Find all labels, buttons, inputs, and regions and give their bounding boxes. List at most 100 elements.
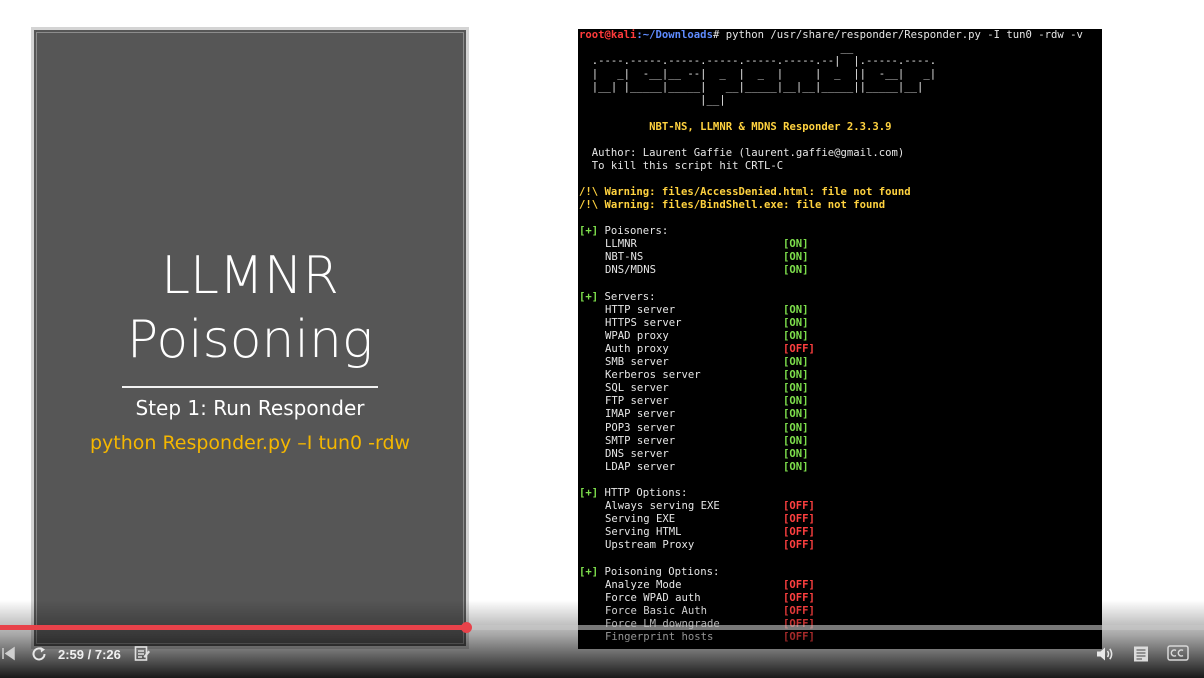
option-name: DNS/MDNS (605, 264, 657, 277)
banner-title: NBT-NS, LLMNR & MDNS Responder 2.3.3.9 (579, 121, 892, 133)
slide-divider (122, 386, 378, 388)
option-status: [ON] (783, 238, 809, 251)
previous-button[interactable] (0, 645, 17, 662)
slide-step: Step 1: Run Responder (135, 396, 365, 420)
volume-icon (1097, 647, 1113, 661)
time-display: 2:59 / 7:26 (58, 647, 121, 662)
option-name: Kerberos server (605, 369, 701, 382)
option-row: Analyze Mode [OFF] (579, 579, 979, 592)
option-name: LLMNR (605, 238, 637, 251)
transcript-icon (1134, 646, 1148, 662)
warning-line: /!\ Warning: files/BindShell.exe: file n… (579, 199, 886, 211)
section-title: HTTP Options: (598, 487, 688, 499)
option-status: [ON] (783, 434, 809, 447)
option-name: Analyze Mode (605, 578, 682, 591)
section-header: [+] Poisoners: (579, 225, 668, 238)
section-marker: [+] (579, 565, 599, 578)
option-status: [OFF] (783, 578, 815, 591)
option-status: [ON] (783, 369, 809, 382)
option-status: [ON] (783, 395, 809, 408)
slide-command: python Responder.py –I tun0 -rdw (89, 432, 411, 454)
author-line: Author: Laurent Gaffie (laurent.gaffie@g… (579, 147, 905, 159)
closed-captions-button[interactable] (1167, 645, 1189, 661)
option-row: HTTP server [ON] (579, 304, 979, 317)
section-header: [+] Poisoning Options: (579, 566, 719, 579)
option-row: LDAP server [ON] (579, 461, 979, 474)
option-name: POP3 server (605, 421, 676, 434)
section-marker: [+] (579, 290, 599, 303)
option-row: NBT-NS [ON] (579, 251, 979, 264)
option-status: [OFF] (783, 500, 815, 513)
subtitles-icon (134, 646, 150, 661)
prompt-command: # python /usr/share/responder/Responder.… (712, 29, 1083, 41)
option-name: Upstream Proxy (605, 539, 695, 552)
option-status: [OFF] (783, 342, 815, 355)
progress-played (0, 625, 466, 630)
kill-hint: To kill this script hit CRTL-C (579, 160, 784, 172)
section-header: [+] Servers: (579, 291, 656, 304)
option-status: [ON] (783, 329, 809, 342)
option-name: DNS server (605, 447, 669, 460)
option-row: Serving EXE [OFF] (579, 513, 979, 526)
replay-button[interactable] (30, 645, 48, 663)
option-status: [ON] (783, 251, 809, 264)
option-status: [ON] (783, 460, 809, 473)
previous-icon (2, 646, 15, 661)
option-name: Serving EXE (605, 513, 676, 526)
option-name: HTTP server (605, 303, 676, 316)
banner-line: __ (579, 42, 854, 54)
option-status: [ON] (783, 447, 809, 460)
slide-card: LLMNR Poisoning Step 1: Run Responder py… (31, 27, 469, 649)
option-row: Upstream Proxy [OFF] (579, 539, 979, 552)
option-row: Always serving EXE [OFF] (579, 500, 979, 513)
option-status: [OFF] (783, 539, 815, 552)
warning-line: /!\ Warning: files/AccessDenied.html: fi… (579, 186, 911, 198)
option-row: FTP server [ON] (579, 395, 979, 408)
option-status: [ON] (783, 382, 809, 395)
option-row: WPAD proxy [ON] (579, 330, 979, 343)
option-row: SMB server [ON] (579, 356, 979, 369)
option-name: Serving HTML (605, 526, 682, 539)
option-status: [ON] (783, 408, 809, 421)
progress-bar[interactable] (0, 622, 1204, 633)
option-row: DNS server [ON] (579, 448, 979, 461)
option-status: [OFF] (783, 513, 815, 526)
option-name: HTTPS server (605, 316, 682, 329)
option-row: SMTP server [ON] (579, 435, 979, 448)
option-status: [ON] (783, 356, 809, 368)
player-control-bar (0, 600, 1204, 678)
section-title: Poisoners: (598, 225, 669, 237)
cc-icon (1167, 645, 1189, 661)
option-row: Kerberos server [ON] (579, 369, 979, 382)
terminal-prompt: root@kali:~/Downloads# python /usr/share… (579, 29, 1083, 42)
option-row: IMAP server [ON] (579, 408, 979, 421)
option-row: Serving HTML [OFF] (579, 526, 979, 539)
option-name: LDAP server (605, 460, 676, 473)
transcript-button[interactable] (1132, 645, 1150, 663)
progress-handle[interactable] (460, 622, 472, 633)
section-header: [+] HTTP Options: (579, 487, 687, 500)
section-title: Servers: (598, 290, 656, 303)
banner-line: |__| |_____|_____| __|_____|__|__|_____|… (579, 81, 924, 93)
banner-line: | _| -__|__ --| _ | _ | | _ || -__| _| (579, 68, 937, 80)
option-row: Auth proxy [OFF] (579, 343, 979, 356)
section-title: Poisoning Options: (598, 565, 720, 578)
option-row: LLMNR [ON] (579, 238, 979, 251)
banner-line: .----.-----.-----.-----.-----.-----.--| … (579, 55, 937, 67)
slide-title-line1: LLMNR (161, 246, 339, 306)
subtitles-button[interactable] (134, 645, 151, 662)
option-name: FTP server (605, 395, 669, 408)
terminal-window: root@kali:~/Downloads# python /usr/share… (578, 29, 1102, 649)
option-row: POP3 server [ON] (579, 422, 979, 435)
option-status: [ON] (783, 421, 809, 434)
option-name: SQL server (605, 382, 669, 395)
option-name: SMTP server (605, 434, 676, 447)
option-name: SMB server (605, 356, 669, 368)
slide-title-line2: Poisoning (126, 310, 374, 370)
option-name: WPAD proxy (605, 329, 669, 342)
option-row: DNS/MDNS [ON] (579, 264, 979, 277)
prompt-path: :~/Downloads (636, 29, 713, 41)
volume-button[interactable] (1095, 645, 1115, 663)
option-status: [ON] (783, 316, 809, 329)
option-name: Auth proxy (605, 342, 669, 355)
